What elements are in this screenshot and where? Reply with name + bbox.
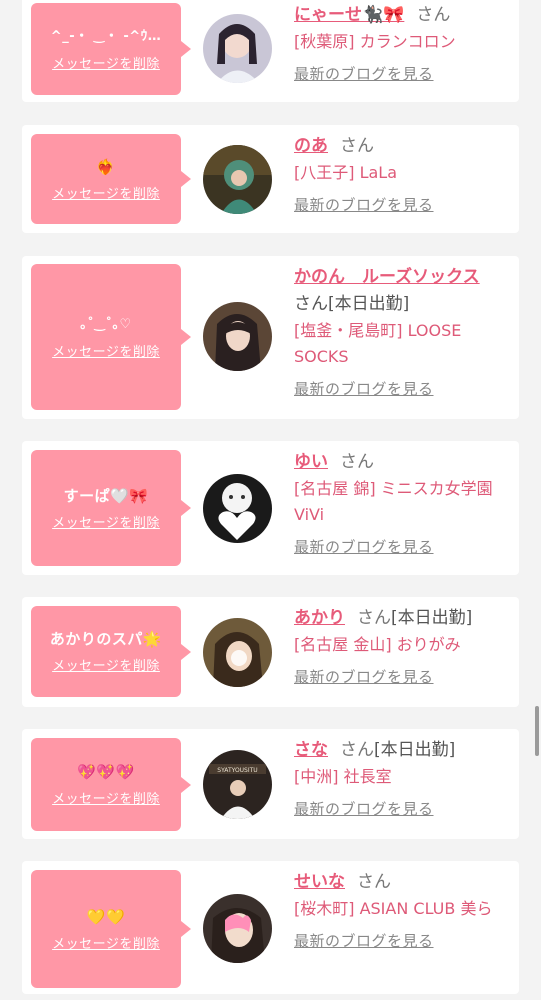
honorific: さん [357, 608, 391, 628]
work-status: [本日出勤] [328, 294, 410, 314]
message-bubble: 💖💖💖 メッセージを削除 [31, 738, 191, 831]
cast-name-link[interactable]: あかり [294, 608, 345, 628]
cast-name-link[interactable]: にゃーせ🐈‍⬛🎀 [294, 5, 404, 25]
cast-name-link[interactable]: ゆい [294, 452, 328, 472]
message-bubble: すーぱ🤍🎀 メッセージを削除 [31, 450, 191, 566]
honorific: さん [294, 294, 328, 314]
honorific: さん [340, 452, 374, 472]
message-text: ❤️‍🔥 [96, 157, 116, 176]
blog-link[interactable]: 最新のブログを見る [294, 378, 434, 399]
cast-info: ゆい さん [名古屋 錦] ミニスカ女学園ViVi 最新のブログを見る [294, 449, 504, 557]
cast-info: さな さん[本日出勤] [中洲] 社長室 最新のブログを見る [294, 737, 504, 819]
message-bubble: あかりのスパ🌟 メッセージを削除 [31, 606, 191, 697]
avatar[interactable] [203, 894, 272, 963]
delete-message-button[interactable]: メッセージを削除 [52, 183, 160, 202]
message-bubble: ^_-・ ‿・ -^ｳ… メッセージを削除 [31, 3, 191, 95]
cast-info: のあ さん [八王子] LaLa 最新のブログを見る [294, 133, 504, 215]
cast-info: せいな さん [桜木町] ASIAN CLUB 美ら 最新のブログを見る [294, 869, 504, 951]
avatar[interactable] [203, 302, 272, 371]
message-text: ｡˚‿˚｡♡ [80, 316, 132, 332]
message-text: ^_-・ ‿・ -^ｳ… [50, 28, 162, 44]
cast-info: かのん ルーズソックス さん[本日出勤] [塩釜・尾島町] LOOSE SOCKS… [294, 264, 504, 399]
message-text: あかりのスパ🌟 [49, 630, 163, 648]
avatar[interactable]: SYATYOUSITU [203, 750, 272, 819]
avatar[interactable] [203, 474, 272, 543]
avatar[interactable] [203, 145, 272, 214]
favorite-card: 💛💛 メッセージを削除 せいな さん [桜木町] ASIAN CLUB 美ら 最新… [22, 861, 519, 994]
message-text: 💛💛 [86, 907, 126, 926]
favorite-card: すーぱ🤍🎀 メッセージを削除 ゆい さん [名古屋 錦] ミニスカ女学園ViVi … [22, 441, 519, 575]
message-bubble: ❤️‍🔥 メッセージを削除 [31, 134, 191, 224]
avatar[interactable] [203, 618, 272, 687]
avatar[interactable] [203, 14, 272, 83]
favorite-card: あかりのスパ🌟 メッセージを削除 あかり さん[本日出勤] [名古屋 金山] おり… [22, 597, 519, 707]
delete-message-button[interactable]: メッセージを削除 [52, 788, 160, 807]
message-bubble: 💛💛 メッセージを削除 [31, 870, 191, 988]
cast-info: にゃーせ🐈‍⬛🎀 さん [秋葉原] カランコロン 最新のブログを見る [294, 2, 504, 84]
cast-info: あかり さん[本日出勤] [名古屋 金山] おりがみ 最新のブログを見る [294, 605, 504, 687]
blog-link[interactable]: 最新のブログを見る [294, 63, 434, 84]
honorific: さん [416, 5, 451, 25]
blog-link[interactable]: 最新のブログを見る [294, 536, 434, 557]
scrollbar[interactable] [535, 706, 539, 756]
honorific: さん [357, 872, 391, 892]
blog-link[interactable]: 最新のブログを見る [294, 666, 434, 687]
work-status: [本日出勤] [391, 608, 473, 628]
shop-name: [名古屋 金山] おりがみ [294, 635, 461, 654]
delete-message-button[interactable]: メッセージを削除 [52, 53, 160, 72]
cast-name-link[interactable]: さな [294, 740, 328, 760]
delete-message-button[interactable]: メッセージを削除 [52, 341, 160, 360]
message-text: すーぱ🤍🎀 [63, 486, 149, 505]
shop-name: [桜木町] ASIAN CLUB 美ら [294, 899, 493, 918]
favorite-card: ❤️‍🔥 メッセージを削除 のあ さん [八王子] LaLa 最新のブログを見る [22, 125, 519, 233]
blog-link[interactable]: 最新のブログを見る [294, 930, 434, 951]
favorite-card: 💖💖💖 メッセージを削除 SYATYOUSITU さな さん[本日出勤] [中洲]… [22, 729, 519, 839]
blog-link[interactable]: 最新のブログを見る [294, 194, 434, 215]
delete-message-button[interactable]: メッセージを削除 [52, 512, 160, 531]
shop-name: [八王子] LaLa [294, 163, 398, 182]
favorite-card: ｡˚‿˚｡♡ メッセージを削除 かのん ルーズソックス さん[本日出勤] [塩釜・… [22, 256, 519, 419]
work-status: [本日出勤] [374, 740, 456, 760]
cast-name-link[interactable]: せいな [294, 872, 345, 892]
honorific: さん [340, 740, 374, 760]
shop-name: [中洲] 社長室 [294, 767, 392, 786]
cast-name-link[interactable]: かのん ルーズソックス [294, 267, 480, 287]
message-text: 💖💖💖 [77, 763, 135, 781]
message-bubble: ｡˚‿˚｡♡ メッセージを削除 [31, 264, 191, 410]
favorite-card: ^_-・ ‿・ -^ｳ… メッセージを削除 にゃーせ🐈‍⬛🎀 さん [秋葉原] カ… [22, 0, 519, 102]
honorific: さん [340, 136, 374, 156]
blog-link[interactable]: 最新のブログを見る [294, 798, 434, 819]
shop-name: [秋葉原] カランコロン [294, 32, 456, 51]
delete-message-button[interactable]: メッセージを削除 [52, 655, 160, 674]
shop-name: [塩釜・尾島町] LOOSE SOCKS [294, 321, 462, 366]
shop-name: [名古屋 錦] ミニスカ女学園ViVi [294, 479, 493, 524]
delete-message-button[interactable]: メッセージを削除 [52, 933, 160, 952]
svg-text:SYATYOUSITU: SYATYOUSITU [217, 767, 257, 774]
cast-name-link[interactable]: のあ [294, 136, 328, 156]
